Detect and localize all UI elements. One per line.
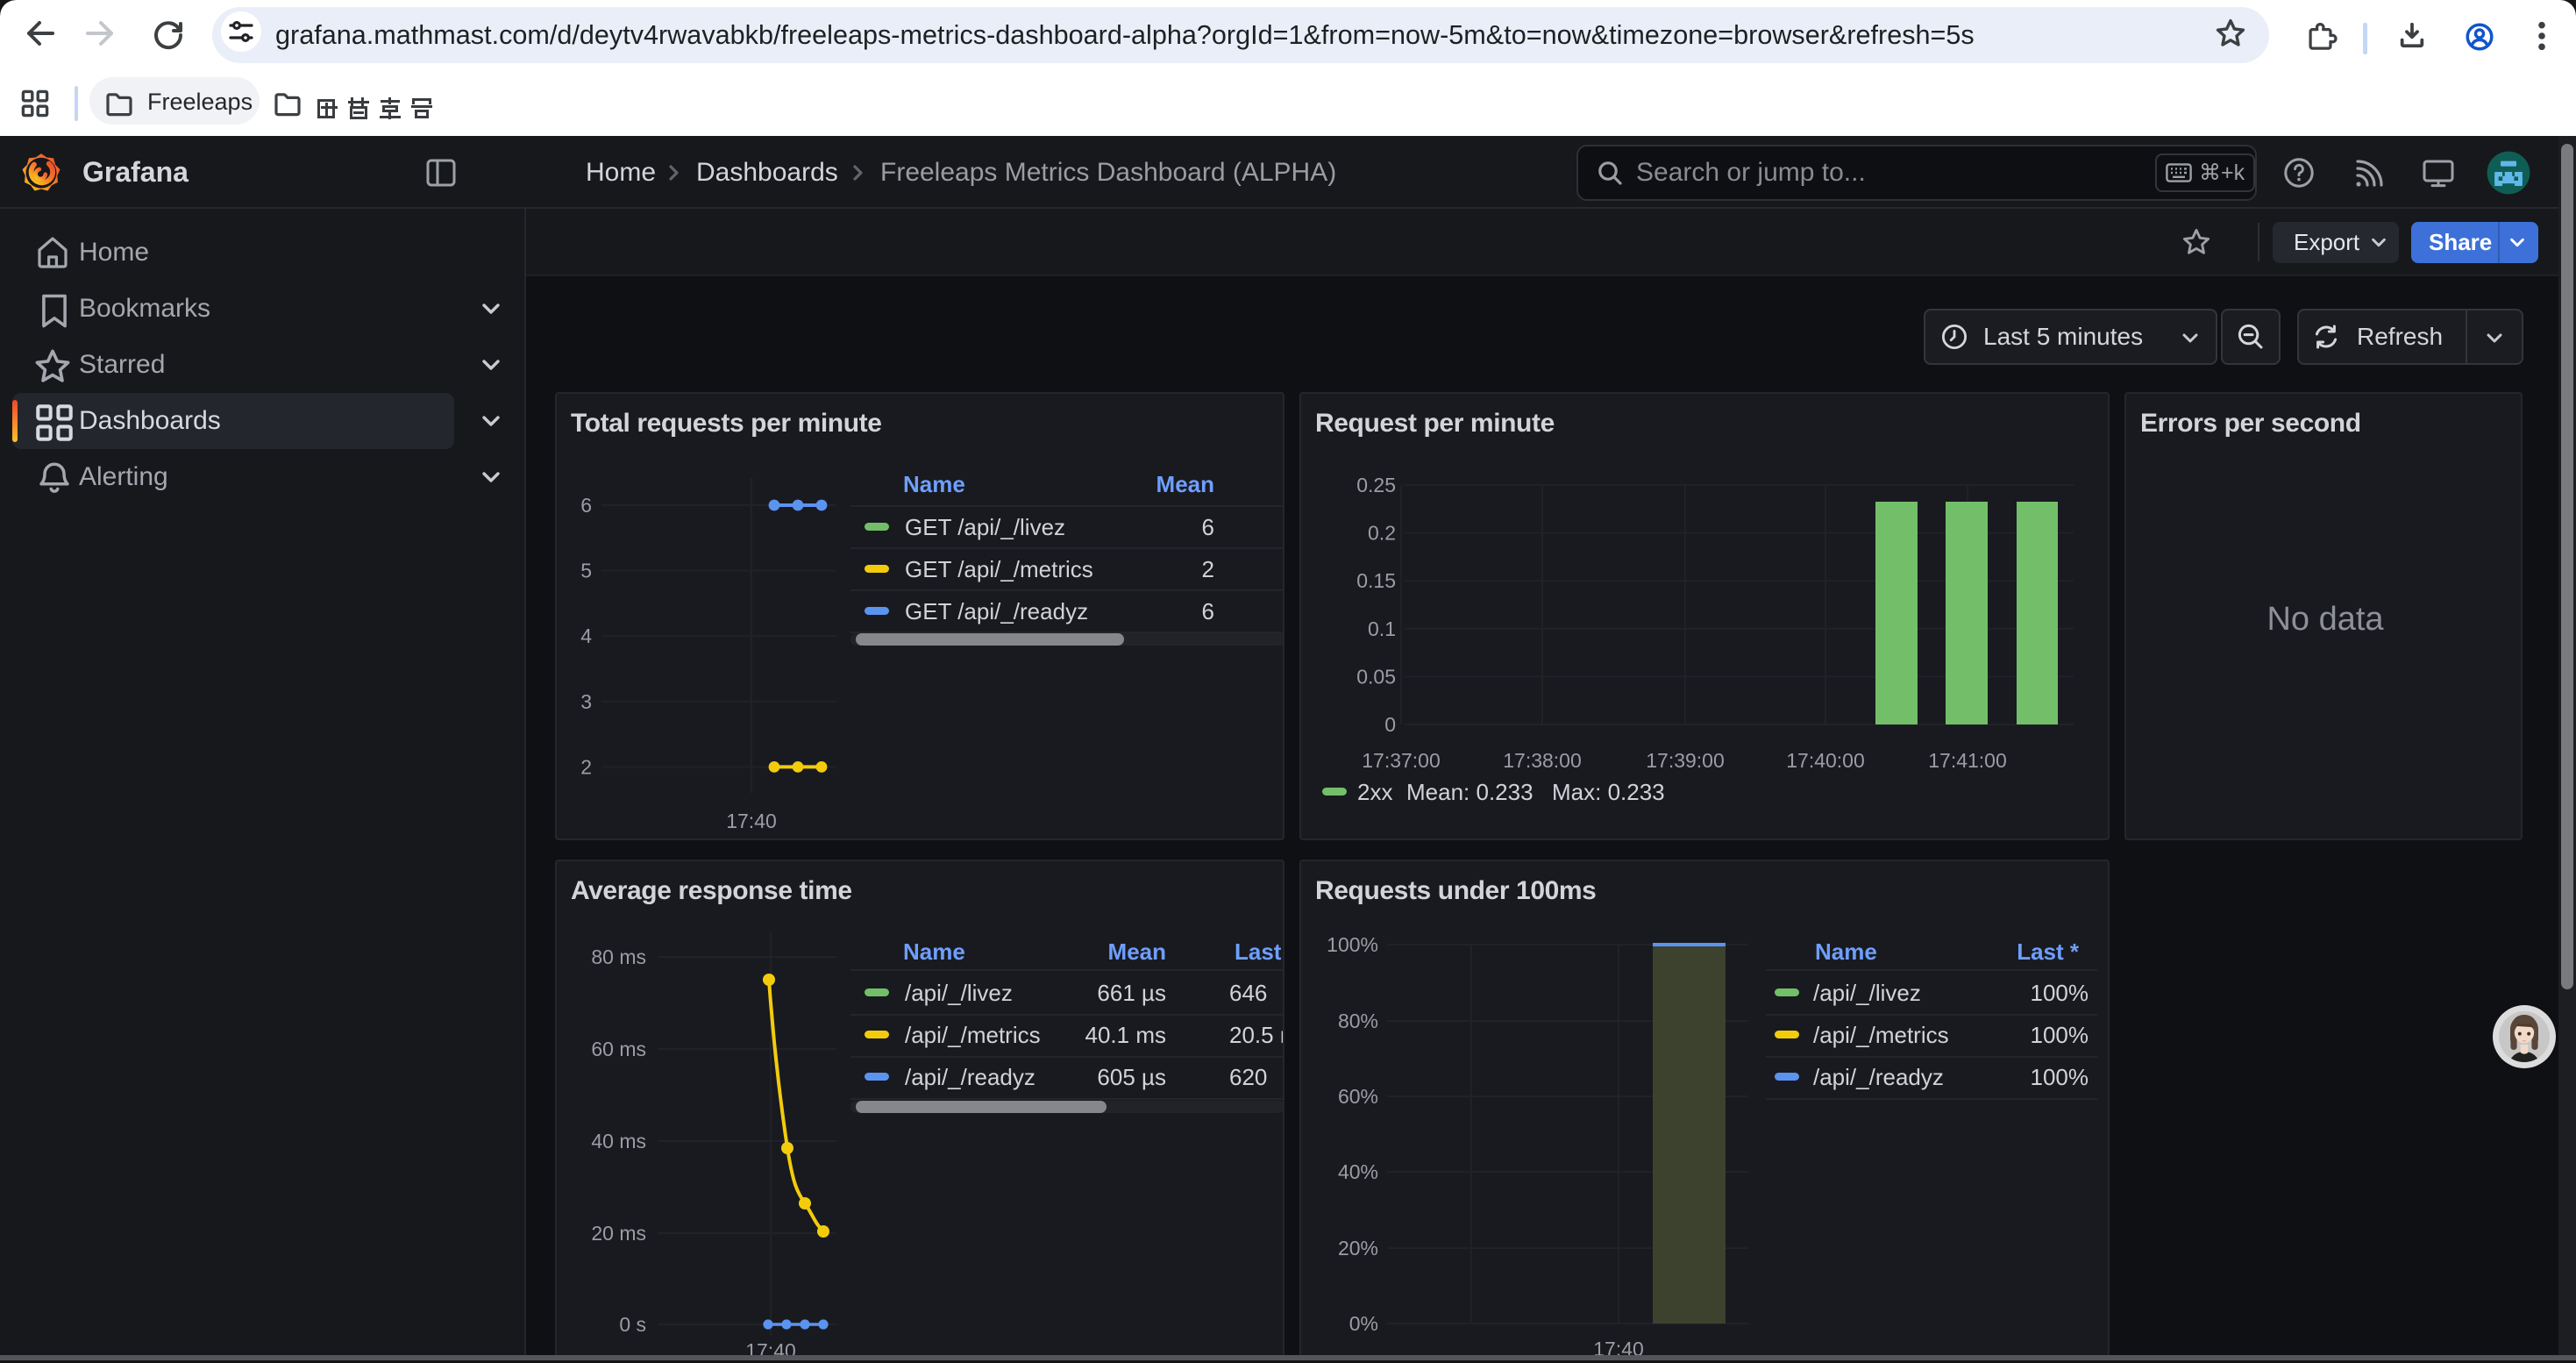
svg-text:0: 0 [1384, 713, 1396, 736]
svg-text:2: 2 [580, 755, 592, 778]
svg-text:40%: 40% [1338, 1160, 1378, 1183]
svg-text:17:40:00: 17:40:00 [1786, 749, 1865, 772]
svg-text:4: 4 [580, 624, 592, 647]
svg-text:17:39:00: 17:39:00 [1646, 749, 1725, 772]
svg-text:3: 3 [580, 690, 592, 713]
svg-text:60%: 60% [1338, 1085, 1378, 1108]
svg-text:60 ms: 60 ms [591, 1038, 646, 1060]
svg-text:17:38:00: 17:38:00 [1503, 749, 1582, 772]
svg-text:6: 6 [580, 494, 592, 517]
svg-text:17:37:00: 17:37:00 [1362, 749, 1441, 772]
svg-text:20%: 20% [1338, 1237, 1378, 1260]
svg-text:17:41:00: 17:41:00 [1928, 749, 2007, 772]
svg-text:17:40: 17:40 [726, 810, 777, 832]
svg-text:0.2: 0.2 [1368, 522, 1396, 545]
svg-text:0.1: 0.1 [1368, 617, 1396, 640]
svg-text:0.05: 0.05 [1356, 665, 1396, 688]
svg-text:0.15: 0.15 [1356, 569, 1396, 592]
svg-text:0%: 0% [1349, 1312, 1378, 1335]
svg-text:5: 5 [580, 560, 592, 582]
svg-text:80 ms: 80 ms [591, 946, 646, 968]
svg-text:40 ms: 40 ms [591, 1130, 646, 1152]
svg-text:20 ms: 20 ms [591, 1222, 646, 1245]
svg-text:100%: 100% [1327, 933, 1378, 956]
svg-text:0.25: 0.25 [1356, 474, 1396, 496]
svg-text:80%: 80% [1338, 1010, 1378, 1032]
svg-text:0 s: 0 s [619, 1313, 646, 1336]
